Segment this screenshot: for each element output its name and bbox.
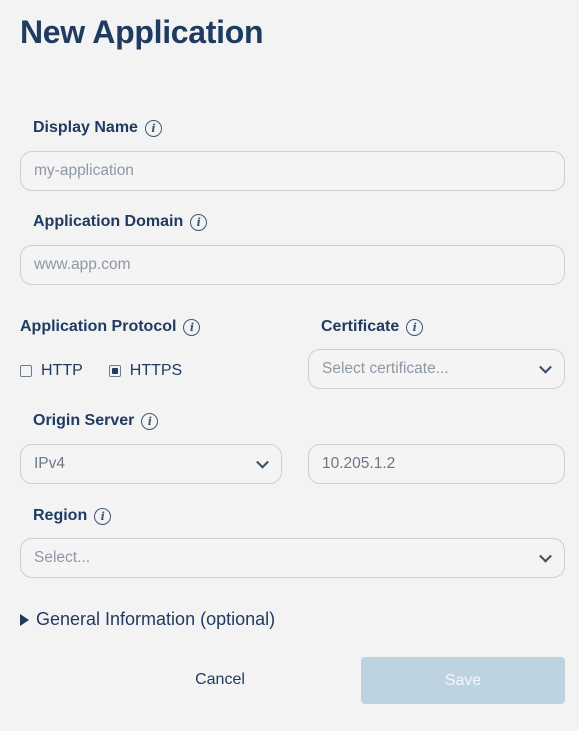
application-domain-label: Application Domain i bbox=[33, 213, 208, 231]
application-protocol-label: Application Protocol i bbox=[20, 318, 201, 336]
info-icon[interactable]: i bbox=[406, 318, 424, 336]
certificate-label: Certificate i bbox=[321, 318, 424, 336]
protocol-https-label[interactable]: HTTPS bbox=[130, 362, 182, 380]
page-title: New Application bbox=[20, 14, 264, 50]
certificate-label-text: Certificate bbox=[321, 318, 400, 335]
display-name-label: Display Name i bbox=[33, 119, 162, 137]
ip-version-value: IPv4 bbox=[34, 455, 66, 472]
application-domain-label-text: Application Domain bbox=[33, 213, 184, 230]
general-information-toggle[interactable]: General Information (optional) bbox=[20, 609, 275, 630]
protocol-https-checkbox[interactable]: HTTPS bbox=[108, 362, 182, 380]
origin-server-address-value: 10.205.1.2 bbox=[322, 455, 396, 472]
region-placeholder: Select... bbox=[34, 549, 90, 566]
certificate-placeholder: Select certificate... bbox=[322, 360, 449, 377]
info-icon[interactable]: i bbox=[94, 507, 112, 525]
display-name-input[interactable]: my-application bbox=[20, 151, 565, 191]
info-icon[interactable]: i bbox=[183, 318, 201, 336]
general-information-label[interactable]: General Information (optional) bbox=[36, 609, 275, 630]
application-domain-input[interactable]: www.app.com bbox=[20, 245, 565, 285]
ip-version-select[interactable]: IPv4 bbox=[20, 444, 282, 484]
info-icon[interactable]: i bbox=[190, 213, 208, 231]
save-button[interactable]: Save bbox=[361, 657, 565, 704]
application-domain-placeholder: www.app.com bbox=[34, 256, 131, 273]
chevron-down-icon bbox=[256, 455, 269, 469]
checkbox-unchecked-icon[interactable] bbox=[20, 365, 32, 377]
certificate-select[interactable]: Select certificate... bbox=[308, 349, 565, 389]
protocol-options: HTTP HTTPS bbox=[20, 362, 208, 380]
region-label-text: Region bbox=[33, 507, 88, 524]
region-label: Region i bbox=[33, 507, 112, 525]
region-select[interactable]: Select... bbox=[20, 538, 565, 578]
disclosure-triangle-icon[interactable] bbox=[20, 613, 29, 626]
origin-server-label: Origin Server i bbox=[33, 412, 159, 430]
protocol-http-label[interactable]: HTTP bbox=[41, 362, 83, 380]
display-name-placeholder: my-application bbox=[34, 162, 134, 179]
chevron-down-icon bbox=[539, 360, 552, 374]
protocol-http-checkbox[interactable]: HTTP bbox=[20, 362, 83, 380]
chevron-down-icon bbox=[539, 549, 552, 563]
info-icon[interactable]: i bbox=[144, 119, 162, 137]
display-name-label-text: Display Name bbox=[33, 119, 138, 136]
origin-server-address-input[interactable]: 10.205.1.2 bbox=[308, 444, 565, 484]
cancel-button[interactable]: Cancel bbox=[150, 658, 290, 702]
checkbox-checked-icon[interactable] bbox=[108, 365, 121, 377]
info-icon[interactable]: i bbox=[141, 412, 159, 430]
application-protocol-label-text: Application Protocol bbox=[20, 318, 177, 335]
origin-server-label-text: Origin Server bbox=[33, 412, 135, 429]
